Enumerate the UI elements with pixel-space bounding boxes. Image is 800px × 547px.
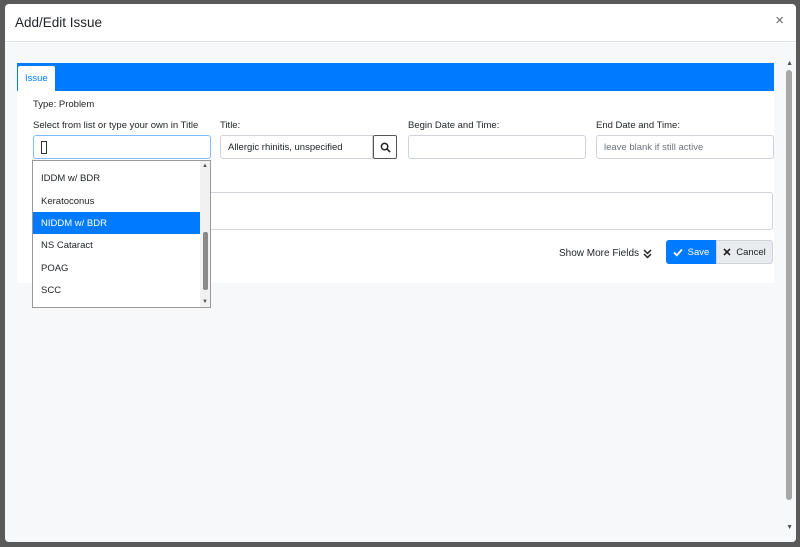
- double-chevron-down-icon: [643, 248, 652, 259]
- issue-list-select[interactable]: [33, 135, 211, 159]
- text-cursor: [41, 140, 47, 154]
- begin-date-label: Begin Date and Time:: [408, 120, 500, 131]
- dropdown-scrollbar[interactable]: ▲ ▼: [200, 161, 210, 307]
- save-button[interactable]: Save: [666, 240, 716, 264]
- search-button[interactable]: [373, 135, 397, 159]
- select-list-label: Select from list or type your own in Tit…: [33, 120, 199, 131]
- dropdown-scroll-down-icon[interactable]: ▼: [202, 299, 208, 305]
- save-label: Save: [687, 246, 710, 258]
- end-date-placeholder: leave blank if still active: [604, 141, 704, 153]
- cancel-button[interactable]: Cancel: [716, 240, 773, 264]
- end-date-input[interactable]: leave blank if still active: [596, 135, 774, 159]
- check-icon: [673, 248, 683, 257]
- list-item[interactable]: NS Cataract: [33, 234, 201, 256]
- title-label: Title:: [220, 120, 241, 131]
- modal-scrollbar[interactable]: ▲ ▼: [782, 43, 796, 542]
- list-item[interactable]: IDDM w/ BDR: [33, 167, 201, 189]
- search-icon: [380, 142, 391, 153]
- close-icon[interactable]: ×: [775, 13, 784, 28]
- list-item[interactable]: Keratoconus: [33, 190, 201, 212]
- list-item[interactable]: POAG: [33, 257, 201, 279]
- show-more-fields-label: Show More Fields: [559, 248, 640, 259]
- title-input[interactable]: Allergic rhinitis, unspecified: [220, 135, 373, 159]
- scroll-down-arrow-icon[interactable]: ▼: [786, 524, 793, 531]
- list-item-partial[interactable]: [33, 161, 201, 167]
- end-date-label: End Date and Time:: [596, 120, 680, 131]
- list-item-selected[interactable]: NIDDM w/ BDR: [33, 212, 201, 234]
- scroll-up-arrow-icon[interactable]: ▲: [786, 60, 793, 67]
- title-input-value: Allergic rhinitis, unspecified: [228, 141, 343, 153]
- dropdown-scrollbar-thumb[interactable]: [203, 232, 208, 290]
- x-icon: [723, 248, 731, 256]
- modal-title: Add/Edit Issue: [15, 15, 103, 30]
- show-more-fields-toggle[interactable]: Show More Fields: [559, 248, 652, 259]
- modal-header: Add/Edit Issue ×: [5, 4, 796, 42]
- list-item[interactable]: SCC: [33, 279, 201, 301]
- modal-scrollbar-thumb[interactable]: [786, 70, 792, 500]
- tab-bar: Issue: [17, 63, 774, 91]
- tab-issue[interactable]: Issue: [18, 66, 55, 91]
- begin-date-input[interactable]: [408, 135, 586, 159]
- cancel-label: Cancel: [736, 246, 766, 258]
- issue-type-text: Type: Problem: [33, 99, 95, 110]
- issue-list-dropdown[interactable]: IDDM w/ BDR Keratoconus NIDDM w/ BDR NS …: [32, 160, 211, 308]
- dropdown-scroll-up-icon[interactable]: ▲: [202, 163, 208, 169]
